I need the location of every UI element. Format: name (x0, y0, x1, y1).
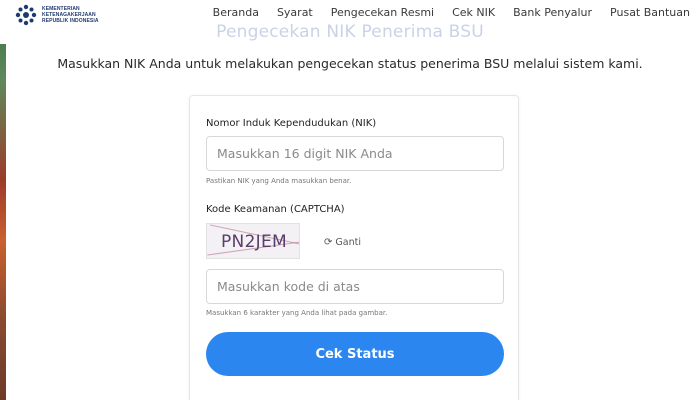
nik-input[interactable] (206, 136, 504, 171)
captcha-code: PN2JEM (221, 232, 288, 252)
captcha-hint: Masukkan 6 karakter yang Anda lihat pada… (206, 309, 388, 317)
page-subtitle: Masukkan NIK Anda untuk melakukan pengec… (57, 56, 643, 71)
page-title: Pengecekan NIK Penerima BSU (216, 22, 484, 42)
nav-cek-nik[interactable]: Cek NIK (452, 6, 495, 19)
nav-pusat-bantuan[interactable]: Pusat Bantuan (610, 6, 690, 19)
nik-label: Nomor Induk Kependudukan (NIK) (206, 118, 377, 129)
refresh-label: Ganti (335, 237, 361, 248)
nav-bank-penyalur[interactable]: Bank Penyalur (513, 6, 592, 19)
nav-pengecekan-resmi[interactable]: Pengecekan Resmi (331, 6, 434, 19)
nik-hint: Pastikan NIK yang Anda masukkan benar. (206, 177, 352, 185)
nik-check-form: Nomor Induk Kependudukan (NIK) Pastikan … (189, 95, 519, 400)
check-status-button[interactable]: Cek Status (206, 332, 504, 376)
refresh-icon: ⟳ (324, 237, 333, 248)
refresh-captcha-button[interactable]: ⟳ Ganti (324, 237, 361, 248)
captcha-image: PN2JEM (206, 223, 300, 259)
captcha-label: Kode Keamanan (CAPTCHA) (206, 204, 345, 215)
nav-beranda[interactable]: Beranda (213, 6, 259, 19)
nav-links: Beranda Syarat Pengecekan Resmi Cek NIK … (213, 6, 690, 19)
nav-syarat[interactable]: Syarat (277, 6, 313, 19)
captcha-input[interactable] (206, 269, 504, 304)
